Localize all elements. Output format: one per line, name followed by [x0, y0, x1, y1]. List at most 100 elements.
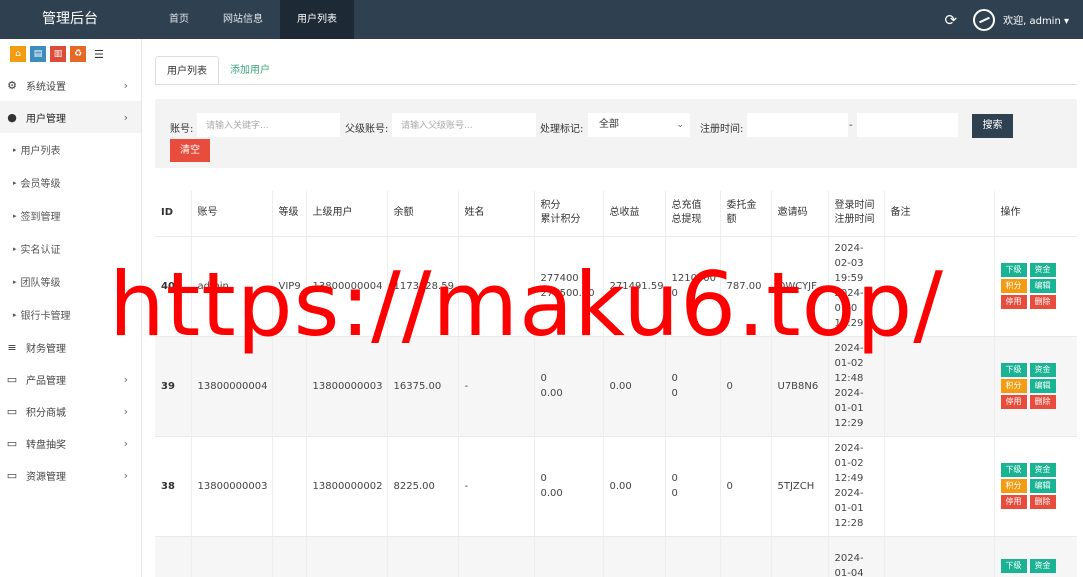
nav-home[interactable]: 首页: [152, 0, 206, 39]
refresh-icon[interactable]: ⟳: [945, 11, 958, 29]
monitor-icon: ▭: [6, 436, 18, 450]
sidebar-subitem-label: 团队等级: [20, 278, 61, 289]
date-range-dash: -: [849, 120, 853, 131]
column-header: 总收益: [602, 191, 665, 236]
cell-id: 40: [155, 235, 191, 336]
column-header: 委托金额: [719, 191, 771, 236]
points-button[interactable]: 积分: [1000, 379, 1027, 393]
search-button[interactable]: 搜索: [972, 114, 1013, 138]
delete-button[interactable]: 删除: [1029, 495, 1056, 509]
home-icon[interactable]: ⌂: [10, 46, 26, 62]
sidebar-subitem-team-level[interactable]: ▸ 团队等级: [0, 265, 141, 298]
delete-button[interactable]: 删除: [1029, 295, 1056, 309]
sidebar: ⌂ ▤ ▥ ♻ ☰ ⚙ 系统设置 › ● 用户管理 › ▸ 用户列表 ▸ 会员等级 …: [0, 39, 142, 577]
disable-button[interactable]: 停用: [1000, 395, 1027, 409]
user-icon: ●: [7, 110, 17, 124]
tabs: 用户列表 添加用户: [155, 56, 281, 85]
cell-account: 13800000004: [190, 335, 272, 436]
sidebar-item-user-management[interactable]: ● 用户管理 ›: [0, 101, 141, 133]
recycle-icon[interactable]: ♻: [70, 46, 86, 62]
sidebar-item-label: 用户管理: [26, 113, 66, 125]
cell-invite: U7B8N6: [770, 335, 828, 436]
column-header: 总充值 总提现: [664, 191, 720, 236]
cell-points: [533, 535, 603, 577]
column-header: 上级用户: [305, 191, 387, 236]
edit-button[interactable]: 编辑: [1029, 379, 1056, 393]
sidebar-item-label: 产品管理: [26, 375, 66, 387]
sidebar-subitem-checkin[interactable]: ▸ 签到管理: [0, 199, 141, 232]
cell-entrust: 787.00: [719, 235, 771, 336]
funds-button[interactable]: 资金: [1029, 559, 1056, 574]
sub-users-button[interactable]: 下级: [1000, 263, 1027, 277]
funds-button[interactable]: 资金: [1029, 363, 1056, 377]
chevron-down-icon: ⌄: [676, 120, 684, 130]
sidebar-item-points-mall[interactable]: ▭ 积分商城 ›: [0, 395, 141, 427]
cell-entrust: 0: [719, 335, 771, 436]
cell-name: -: [457, 435, 534, 536]
main-content: 用户列表 添加用户 账号: 请输入关键字... 父级账号: 请输入父级账号...…: [143, 39, 1083, 577]
cell-income: 271491.59: [602, 235, 665, 336]
cell-balance: 16375.00: [386, 335, 458, 436]
funds-button[interactable]: 资金: [1029, 463, 1056, 477]
disable-button[interactable]: 停用: [1000, 495, 1027, 509]
sidebar-subitem-real-name[interactable]: ▸ 实名认证: [0, 232, 141, 265]
sidebar-item-system-settings[interactable]: ⚙ 系统设置 ›: [0, 69, 141, 101]
sidebar-subitem-label: 签到管理: [20, 212, 61, 223]
cell-times: 2024- 01-02 12:48 2024- 01-01 12:29: [827, 335, 884, 436]
cell-points: 0 0.00: [533, 335, 603, 436]
points-button[interactable]: 积分: [1000, 279, 1027, 293]
parent-account-input[interactable]: 请输入父级账号...: [392, 113, 536, 137]
disable-button[interactable]: 停用: [1000, 295, 1027, 309]
funds-button[interactable]: 资金: [1029, 263, 1056, 277]
register-time-start[interactable]: [747, 113, 848, 137]
sidebar-subitem-member-level[interactable]: ▸ 会员等级: [0, 166, 141, 199]
edit-button[interactable]: 编辑: [1029, 279, 1056, 293]
sidebar-item-label: 资源管理: [26, 471, 66, 483]
cell-actions: 下级 资金 积分 编辑 停用 删除: [993, 235, 1077, 336]
sidebar-subitem-label: 会员等级: [20, 179, 61, 190]
sidebar-item-lottery[interactable]: ▭ 转盘抽奖 ›: [0, 427, 141, 459]
sidebar-subitem-bank-card[interactable]: ▸ 银行卡管理: [0, 298, 141, 331]
sub-users-button[interactable]: 下级: [1000, 363, 1027, 377]
nav-user-list[interactable]: 用户列表: [280, 0, 354, 39]
file-icon[interactable]: ▤: [30, 46, 46, 62]
register-time-label: 注册时间:: [700, 124, 744, 135]
delete-button[interactable]: 删除: [1029, 395, 1056, 409]
user-menu[interactable]: 欢迎, admin ▾: [1003, 12, 1069, 27]
sub-users-button[interactable]: 下级: [1000, 463, 1027, 477]
parent-account-label: 父级账号:: [345, 124, 389, 135]
avatar[interactable]: [973, 8, 996, 31]
cell-level: VIP9: [271, 235, 306, 336]
top-nav: 首页 网站信息 用户列表: [152, 0, 354, 39]
register-time-end[interactable]: [857, 113, 958, 137]
brand-title[interactable]: 管理后台: [0, 0, 140, 39]
clear-button[interactable]: 清空: [170, 139, 210, 162]
sidebar-item-finance[interactable]: ≡ 财务管理: [0, 331, 141, 363]
sidebar-subitem-user-list[interactable]: ▸ 用户列表: [0, 133, 141, 166]
sidebar-item-products[interactable]: ▭ 产品管理 ›: [0, 363, 141, 395]
cell-name: -: [457, 335, 534, 436]
cell-account: [190, 535, 272, 577]
cell-points: 277400 277500.00: [533, 235, 603, 336]
database-icon: ≡: [7, 340, 17, 354]
sub-users-button[interactable]: 下级: [1000, 559, 1027, 574]
points-button[interactable]: 积分: [1000, 479, 1027, 493]
caret-icon: ▸: [13, 277, 17, 286]
tab-add-user[interactable]: 添加用户: [219, 56, 281, 85]
edit-button[interactable]: 编辑: [1029, 479, 1056, 493]
trash-icon[interactable]: ▥: [50, 46, 66, 62]
list-icon[interactable]: ☰: [94, 48, 104, 61]
sidebar-item-label: 财务管理: [26, 343, 66, 355]
chevron-right-icon: ›: [123, 437, 128, 450]
sidebar-item-resources[interactable]: ▭ 资源管理 ›: [0, 459, 141, 491]
cell-id: 39: [155, 335, 191, 436]
cell-income: [602, 535, 665, 577]
search-form: 账号: 请输入关键字... 父级账号: 请输入父级账号... 处理标记: 全部 …: [155, 99, 1077, 168]
tab-user-list[interactable]: 用户列表: [155, 56, 219, 85]
nav-site-info[interactable]: 网站信息: [206, 0, 280, 39]
cell-actions: 下级 资金 积分 编辑 停用 删除: [993, 335, 1077, 436]
gears-icon: ⚙: [7, 78, 17, 92]
cell-recharge: 00: [664, 335, 720, 436]
flag-select[interactable]: 全部 ⌄: [588, 113, 690, 137]
account-search-input[interactable]: 请输入关键字...: [197, 113, 340, 137]
